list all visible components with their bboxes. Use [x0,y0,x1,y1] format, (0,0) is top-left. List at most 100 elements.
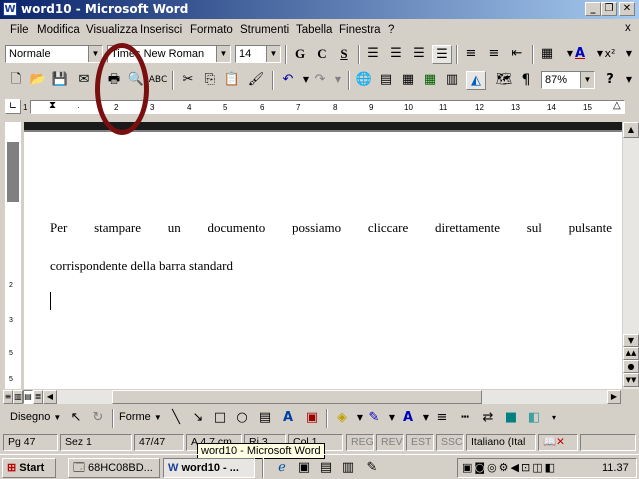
document-map-icon[interactable]: 🗺 [494,71,514,90]
line-style-icon[interactable]: ≡ [432,409,452,428]
drawing-menu[interactable]: Disegno ▼ [10,411,61,423]
tray-icons[interactable]: ▣◙◎⚙◀⊡◫◧ [462,461,557,474]
decrease-indent-icon[interactable]: ⇤ [507,45,527,64]
chevron-down-icon[interactable]: ▼ [619,71,639,90]
chevron-down-icon[interactable]: ▼ [619,45,639,64]
menu-formato[interactable]: Formato [190,24,233,36]
arrow-icon[interactable]: ↘ [188,409,208,428]
normal-view-icon[interactable]: ≡ [3,390,13,404]
quicklaunch-icon[interactable]: ▥ [338,459,358,478]
menu-file[interactable]: File [10,24,29,36]
oval-icon[interactable]: ○ [232,409,252,428]
document-close-button[interactable]: x [625,22,631,34]
quicklaunch-icon[interactable]: ▤ [316,459,336,478]
drawing-icon[interactable]: ◭ [466,71,486,90]
scroll-down-icon[interactable]: ▼ [623,334,639,347]
status-reg[interactable]: REG [346,434,374,451]
vertical-ruler[interactable]: 2 3 5 5 [5,122,21,389]
align-center-icon[interactable]: ☰ [386,45,406,64]
font-color-icon[interactable]: A [570,45,590,64]
internet-explorer-icon[interactable]: ℯ [272,459,292,478]
clipart-icon[interactable]: ▣ [302,409,322,428]
next-page-icon[interactable]: ▼▼ [623,373,639,387]
scroll-thumb[interactable] [112,390,482,404]
taskbar-item-word10[interactable]: W word10 - ... [163,458,255,478]
show-paragraph-icon[interactable]: ¶ [516,71,536,90]
outline-view-icon[interactable]: ≣ [33,390,43,404]
help-button[interactable]: ? [600,71,620,90]
hyperlink-icon[interactable]: 🌐 [354,71,374,90]
italic-button[interactable]: C [312,45,332,64]
vertical-scrollbar[interactable]: ▲ ▼ ▲▲ ● ▼▼ [623,122,639,389]
fill-color-icon[interactable]: ◈ [332,409,352,428]
3d-icon[interactable]: ◧ [524,409,544,428]
justify-icon[interactable]: ☰ [432,45,452,64]
menu-tabella[interactable]: Tabella [296,24,332,36]
menu-inserisci[interactable]: Inserisci [140,24,182,36]
quicklaunch-icon[interactable]: ▣ [294,459,314,478]
restore-button[interactable]: ❐ [601,2,617,16]
scroll-right-icon[interactable]: ▶ [607,390,621,404]
border-icon[interactable]: ▦ [537,45,557,64]
horizontal-scrollbar[interactable]: ≡ ▥ ▤ ≣ ◀ ▶ [0,389,639,405]
style-select[interactable]: Normale ▼ [5,45,103,63]
undo-icon[interactable]: ↶ [278,71,298,90]
select-objects-icon[interactable]: ↖ [66,409,86,428]
insert-excel-icon[interactable]: ▦ [420,71,440,90]
new-document-icon[interactable]: 🗋 [6,71,26,90]
start-button[interactable]: ⊞ Start [2,458,56,478]
save-icon[interactable]: 💾 [50,71,70,90]
bullet-list-icon[interactable]: ≡ [484,45,504,64]
line-color-icon[interactable]: ✎ [364,409,384,428]
shadow-icon[interactable]: ■ [501,409,521,428]
underline-button[interactable]: S [334,45,354,64]
align-right-icon[interactable]: ☰ [409,45,429,64]
chevron-down-icon[interactable]: ▼ [216,46,230,62]
rectangle-icon[interactable]: □ [210,409,230,428]
minimize-button[interactable]: _ [585,2,601,16]
email-icon[interactable]: ✉ [74,71,94,90]
free-rotate-icon[interactable]: ↻ [88,409,108,428]
browse-object-icon[interactable]: ● [623,360,639,373]
taskbar-item-68hc08bd[interactable]: 🗔 68HC08BD... [68,458,160,478]
menu-help[interactable]: ? [388,24,394,36]
copy-icon[interactable]: ⎘ [200,71,220,90]
menu-finestra[interactable]: Finestra [339,24,381,36]
spelling-icon[interactable]: ABC [148,71,168,90]
dash-style-icon[interactable]: ┅ [455,409,475,428]
status-est[interactable]: EST [406,434,434,451]
line-icon[interactable]: ╲ [166,409,186,428]
redo-icon[interactable]: ↷ [310,71,330,90]
bold-button[interactable]: G [290,45,310,64]
open-folder-icon[interactable]: 📂 [28,71,48,90]
menu-strumenti[interactable]: Strumenti [240,24,289,36]
insert-table-icon[interactable]: ▦ [398,71,418,90]
spelling-status-icon[interactable]: 📖✕ [538,434,578,451]
columns-icon[interactable]: ▥ [442,71,462,90]
quicklaunch-icon[interactable]: ✎ [362,459,382,478]
scroll-left-icon[interactable]: ◀ [43,390,57,404]
chevron-down-icon[interactable]: ▼ [580,72,594,88]
status-language[interactable]: Italiano (Ital [466,434,536,451]
close-button[interactable]: ✕ [619,2,635,16]
status-rev[interactable]: REV [376,434,404,451]
status-ssc[interactable]: SSC [436,434,464,451]
tab-selector-icon[interactable]: ∟ [5,99,21,114]
print-layout-icon[interactable]: ▤ [23,390,33,404]
wordart-icon[interactable]: A [278,409,298,428]
menu-visualizza[interactable]: Visualizza [86,24,138,36]
cut-icon[interactable]: ✂ [178,71,198,90]
scroll-up-icon[interactable]: ▲ [623,122,639,138]
zoom-select[interactable]: 87% ▼ [541,71,595,89]
web-layout-icon[interactable]: ▥ [13,390,23,404]
format-painter-icon[interactable]: 🖌 [246,71,266,90]
indent-marker-icon[interactable]: ⧗ [49,100,56,111]
word-doc-icon[interactable]: W [3,2,17,16]
numbered-list-icon[interactable]: ≡ [461,45,481,64]
autoshapes-menu[interactable]: Forme ▼ [119,411,162,423]
right-indent-marker-icon[interactable]: △ [613,100,621,111]
previous-page-icon[interactable]: ▲▲ [623,347,639,360]
chevron-down-icon[interactable]: ▼ [266,46,280,62]
font-size-select[interactable]: 14 ▼ [235,45,281,63]
menu-modifica[interactable]: Modifica [37,24,80,36]
